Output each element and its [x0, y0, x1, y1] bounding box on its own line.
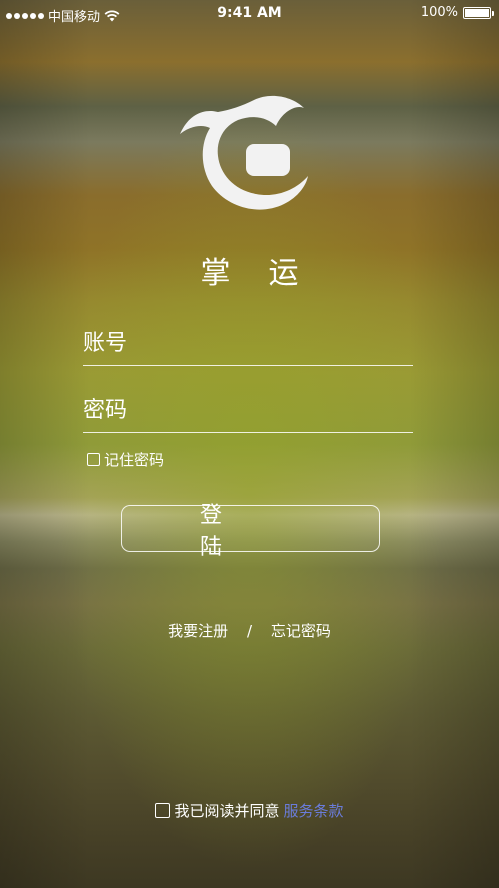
- register-link[interactable]: 我要注册: [168, 622, 228, 640]
- status-right: 100%: [420, 5, 494, 20]
- forgot-password-link[interactable]: 忘记密码: [271, 622, 331, 640]
- account-input[interactable]: 账号: [83, 325, 413, 366]
- battery-percent: 100%: [420, 5, 458, 20]
- status-bar: 中国移动 9:41 AM 100%: [0, 0, 499, 28]
- battery-icon: [463, 6, 494, 19]
- password-input[interactable]: 密码: [83, 392, 413, 433]
- agree-checkbox[interactable]: [155, 803, 171, 818]
- links-separator: /: [246, 622, 253, 640]
- terms-link[interactable]: 服务条款: [284, 800, 344, 821]
- auth-links: 我要注册 / 忘记密码: [0, 620, 499, 641]
- battery-fill: [465, 8, 489, 17]
- login-button[interactable]: 登陆: [121, 503, 380, 560]
- account-placeholder: 账号: [83, 331, 128, 356]
- remember-checkbox[interactable]: [87, 453, 100, 466]
- login-screen: 中国移动 9:41 AM 100% 掌运 账号 密码 记住密码 登陆 我要注册 …: [0, 0, 499, 888]
- agree-text: 我已阅读并同意: [174, 802, 280, 820]
- password-placeholder: 密码: [83, 398, 128, 423]
- remember-password[interactable]: 记住密码: [87, 449, 164, 470]
- terms-agreement: 我已阅读并同意 服务条款: [0, 800, 499, 821]
- app-logo-icon: [180, 95, 308, 210]
- remember-label: 记住密码: [104, 451, 165, 469]
- app-name: 掌运: [200, 256, 337, 291]
